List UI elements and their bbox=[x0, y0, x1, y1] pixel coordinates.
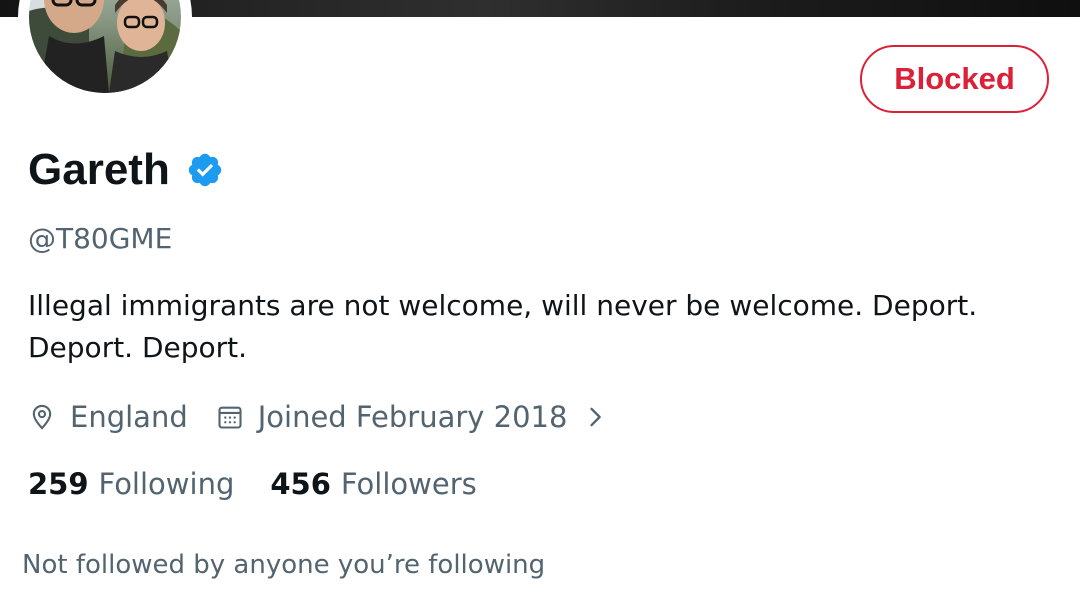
avatar-image bbox=[29, 0, 181, 93]
followers-label: Followers bbox=[340, 467, 477, 501]
joined-item: Joined February 2018 bbox=[216, 400, 610, 434]
display-name: Gareth bbox=[28, 145, 170, 194]
joined-text: Joined February 2018 bbox=[257, 400, 568, 434]
profile-meta: England Joined February 2018 bbox=[28, 396, 609, 438]
verified-badge-icon[interactable] bbox=[186, 151, 224, 189]
location-item: England bbox=[28, 400, 188, 434]
following-count: 259 bbox=[28, 467, 89, 501]
blocked-button[interactable]: Blocked bbox=[860, 45, 1049, 113]
following-link[interactable]: 259 Following bbox=[28, 467, 234, 501]
avatar[interactable] bbox=[18, 0, 192, 104]
followed-by-note: Not followed by anyone you’re following bbox=[22, 550, 546, 580]
followers-link[interactable]: 456 Followers bbox=[270, 467, 476, 501]
followers-count: 456 bbox=[270, 467, 331, 501]
profile-handle: @T80GME bbox=[28, 222, 173, 255]
location-pin-icon bbox=[32, 404, 52, 430]
chevron-right-icon[interactable] bbox=[581, 403, 609, 431]
location-text: England bbox=[70, 400, 188, 434]
following-label: Following bbox=[98, 467, 235, 501]
name-row: Gareth bbox=[28, 142, 224, 198]
profile-bio: Illegal immigrants are not welcome, will… bbox=[28, 289, 978, 364]
follow-stats: 259 Following 456 Followers bbox=[28, 463, 477, 505]
calendar-icon bbox=[218, 406, 242, 429]
